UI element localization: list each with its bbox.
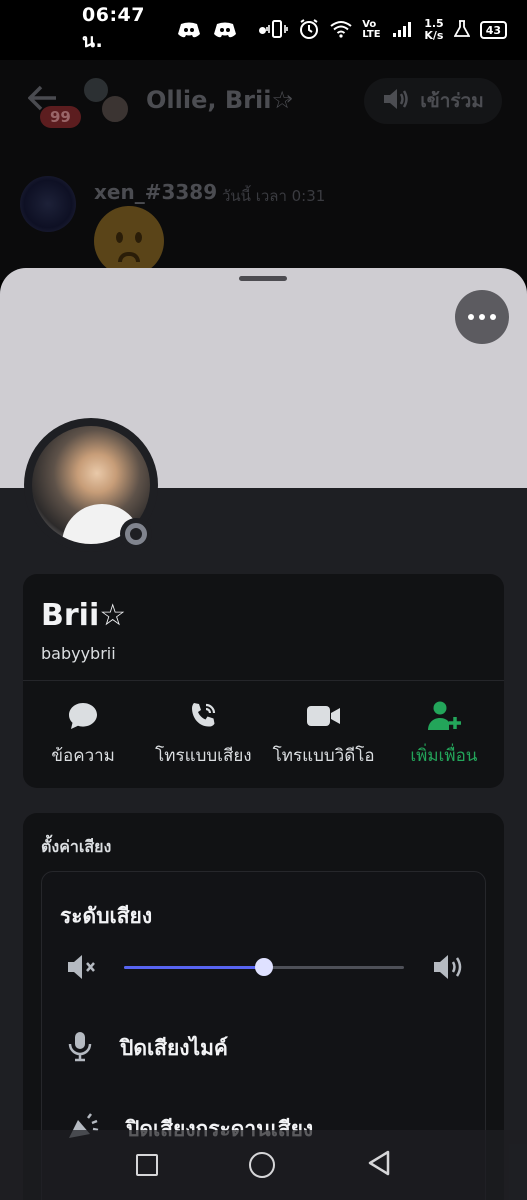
frowning-emoji-icon [94, 206, 164, 276]
dot-icon [468, 314, 474, 320]
battery-level: 43 [485, 23, 501, 37]
divider [23, 680, 504, 681]
add-friend-label: เพิ่มเพื่อน [410, 746, 478, 766]
add-friend-icon [426, 700, 462, 732]
discord-icon [213, 21, 237, 39]
section-title: ตั้งค่าเสียง [41, 837, 112, 856]
group-avatar [82, 76, 132, 126]
system-nav-bar [0, 1130, 527, 1200]
message-icon [67, 700, 99, 732]
status-bar: 06:47 น. Vo LTE 1.5 K/s 43 [0, 0, 527, 60]
discord-icon [177, 21, 201, 39]
chat-title[interactable]: Ollie, Brii☆ [146, 86, 293, 114]
add-friend-button[interactable]: เพิ่มเพื่อน [384, 700, 504, 770]
more-options-button[interactable] [455, 290, 509, 344]
signal-icon [392, 20, 414, 41]
display-name: Brii☆ [41, 598, 127, 633]
profile-actions: ข้อความ โทรแบบเสียง โทรแบบวิดีโอ เพิ่มเพ… [23, 700, 504, 770]
recent-apps-icon[interactable] [135, 1154, 158, 1176]
join-call-button[interactable]: เข้าร่วม [364, 78, 502, 124]
wifi-icon [330, 20, 352, 41]
volume-loud-icon [432, 952, 466, 986]
profile-sheet: Brii☆ babyybrii ข้อความ โทรแบบเสียง โทรแ [0, 268, 527, 1200]
message-label: ข้อความ [51, 746, 115, 766]
message-time: วันนี้ เวลา 0:31 [222, 187, 326, 205]
alarm-icon [298, 18, 320, 43]
unread-badge: 99 [40, 106, 81, 128]
net-speed: 1.5 K/s [424, 18, 444, 42]
vibrate-icon [266, 19, 288, 42]
avatar [100, 94, 130, 124]
dot-icon [479, 314, 485, 320]
avatar [20, 176, 76, 232]
voice-call-label: โทรแบบเสียง [155, 746, 252, 766]
message-button[interactable]: ข้อความ [23, 700, 143, 770]
volume-slider-fill [124, 966, 264, 969]
mute-mic-row[interactable]: ปิดเสียงไมค์ [66, 1030, 228, 1067]
mute-mic-label: ปิดเสียงไมค์ [120, 1036, 228, 1060]
volume-slider-thumb[interactable] [255, 958, 273, 976]
volume-title: ระดับเสียง [60, 904, 153, 928]
profile-card: Brii☆ babyybrii ข้อความ โทรแบบเสียง โทรแ [23, 574, 504, 788]
video-icon [306, 700, 342, 732]
phone-icon [187, 700, 219, 732]
video-call-label: โทรแบบวิดีโอ [272, 746, 375, 766]
microphone-icon [66, 1030, 94, 1067]
voice-call-button[interactable]: โทรแบบเสียง [143, 700, 263, 770]
volume-slider-row [66, 952, 466, 982]
drag-handle[interactable] [239, 276, 287, 281]
battery-icon: 43 [479, 21, 507, 39]
flask-icon [453, 19, 471, 41]
chevron-right-icon: › [286, 88, 294, 109]
status-time: 06:47 น. [82, 4, 145, 52]
volte-label: Vo LTE [362, 19, 381, 40]
volume-slider[interactable] [124, 958, 404, 976]
notification-dot-icon [259, 26, 267, 34]
dot-icon [490, 314, 496, 320]
home-icon[interactable] [248, 1152, 275, 1178]
volume-mute-icon [66, 952, 100, 986]
video-call-button[interactable]: โทรแบบวิดีโอ [264, 700, 384, 770]
username: babyybrii [41, 644, 116, 663]
offline-status-icon [120, 518, 152, 550]
message-author: xen_#3389 [94, 180, 218, 204]
speaker-icon [382, 86, 410, 117]
net-speed-unit: K/s [424, 29, 444, 42]
back-icon[interactable] [366, 1149, 392, 1181]
join-label: เข้าร่วม [420, 90, 484, 112]
